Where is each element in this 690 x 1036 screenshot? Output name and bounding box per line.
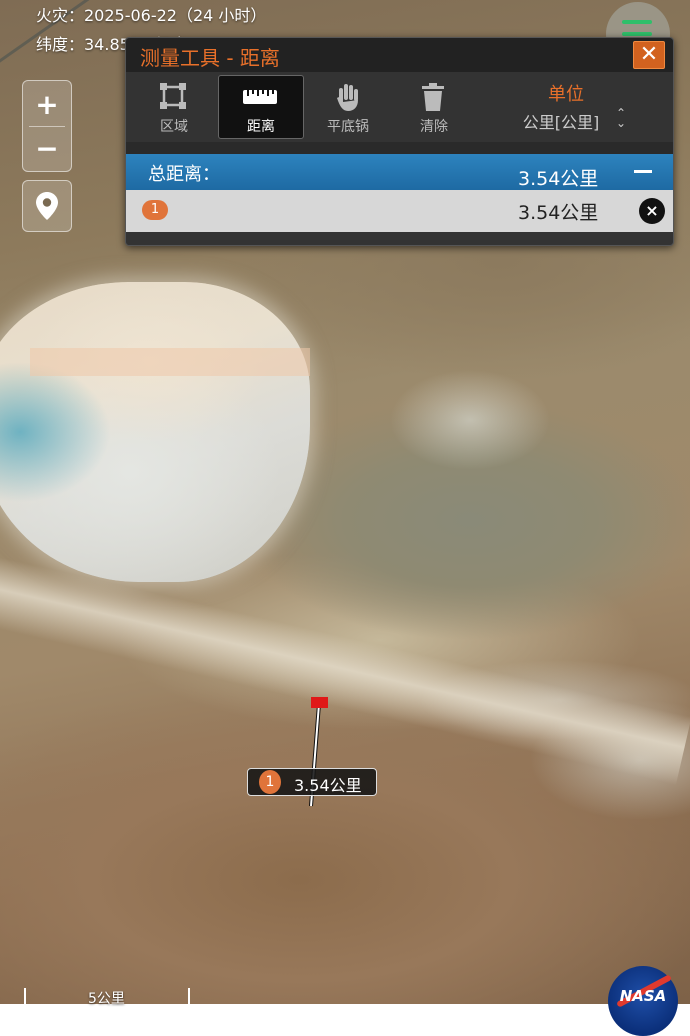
measurement-overlay [309,697,328,807]
measurement-label[interactable]: 1 3.54公里 [247,768,377,796]
measurement-distance: 3.54公里 [294,776,362,795]
nasa-logo-text: NASA [619,987,667,1005]
scale-bar-label: 5公里 [88,991,125,1007]
measurement-index-badge: 1 [259,770,281,794]
measurement-start-marker [311,697,328,708]
scale-bar: 5公里 [24,988,190,1007]
nasa-logo: NASA [608,966,678,1036]
